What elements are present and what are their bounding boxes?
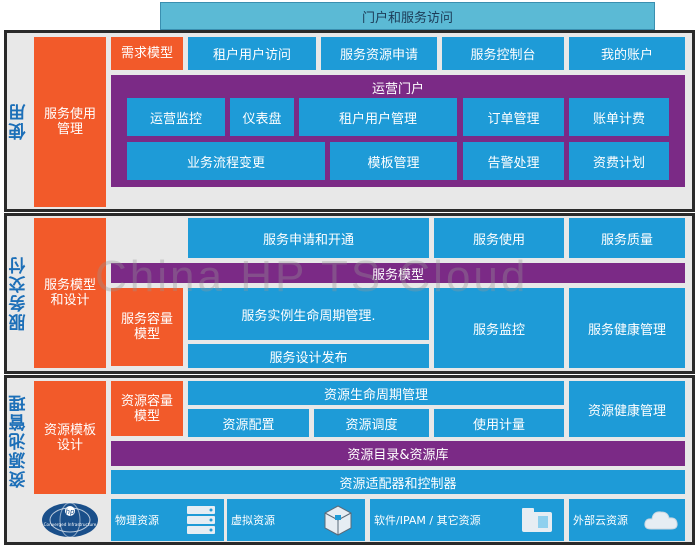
resource-adapter-bar: 资源适配器和控制器 xyxy=(111,470,685,494)
pool-layer-label: 资源池管理 xyxy=(9,393,30,488)
software-ipam-other-resources: 软件/IPAM / 其它资源 xyxy=(370,499,564,541)
portal-item: 订单管理 xyxy=(463,98,564,136)
resource-row2-item: 资源调度 xyxy=(314,409,429,437)
cloud-icon xyxy=(644,511,678,530)
portal-item: 租户用户管理 xyxy=(299,98,457,136)
logo-globe-icon: hp Converged Infrastructure xyxy=(42,502,98,538)
physical-resources: 物理资源 xyxy=(111,499,224,541)
portal-item: 账单计费 xyxy=(569,98,669,136)
software-ipam-label: 软件/IPAM / 其它资源 xyxy=(374,514,481,527)
software-folder-icon xyxy=(522,508,552,532)
portal-item: 资费计划 xyxy=(569,142,669,180)
converged-infrastructure-logo: hp Converged Infrastructure xyxy=(34,499,106,541)
external-cloud-resources: 外部云资源 xyxy=(569,499,685,541)
resource-catalog-bar: 资源目录&资源库 xyxy=(111,441,685,466)
portal-item: 模板管理 xyxy=(330,142,457,180)
usage-row1-item: 租户用户访问 xyxy=(188,37,316,70)
watermark: China HP TS Cloud xyxy=(95,252,529,301)
virtual-box-icon xyxy=(324,505,352,536)
svg-text:hp: hp xyxy=(66,508,75,516)
delivery-layer-label: 服务交付 xyxy=(9,255,30,332)
resource-row2-item: 使用计量 xyxy=(434,409,564,437)
virtual-resources: 虚拟资源 xyxy=(227,499,365,541)
service-design-publish: 服务设计发布 xyxy=(188,344,429,368)
service-health: 服务健康管理 xyxy=(569,288,685,368)
resource-row2-item: 资源配置 xyxy=(188,409,309,437)
physical-resources-label: 物理资源 xyxy=(115,514,159,527)
resource-capacity-model: 资源容量模型 xyxy=(111,381,183,436)
svg-text:Converged Infrastructure: Converged Infrastructure xyxy=(44,522,97,527)
portal-item: 告警处理 xyxy=(463,142,564,180)
portal-item: 业务流程变更 xyxy=(127,142,325,180)
operations-portal-title: 运营门户 xyxy=(371,82,424,97)
resource-lifecycle: 资源生命周期管理 xyxy=(188,381,564,405)
resource-template-design: 资源模板设计 xyxy=(34,381,106,494)
portal-item: 仪表盘 xyxy=(230,98,294,136)
top-bar: 门户和服务访问 xyxy=(160,2,655,30)
external-cloud-label: 外部云资源 xyxy=(573,514,628,527)
delivery-row1-item: 服务质量 xyxy=(569,218,685,258)
virtual-resources-label: 虚拟资源 xyxy=(231,514,275,527)
server-rack-icon xyxy=(187,506,215,534)
usage-layer-label: 使用 xyxy=(9,102,30,140)
demand-model: 需求模型 xyxy=(111,37,183,70)
resource-health: 资源健康管理 xyxy=(569,381,685,437)
usage-row1-item: 服务资源申请 xyxy=(321,37,437,70)
usage-row1-item: 服务控制台 xyxy=(442,37,564,70)
usage-row1-item: 我的账户 xyxy=(569,37,685,70)
portal-item: 运营监控 xyxy=(127,98,225,136)
service-usage-management: 服务使用管理 xyxy=(34,37,106,207)
